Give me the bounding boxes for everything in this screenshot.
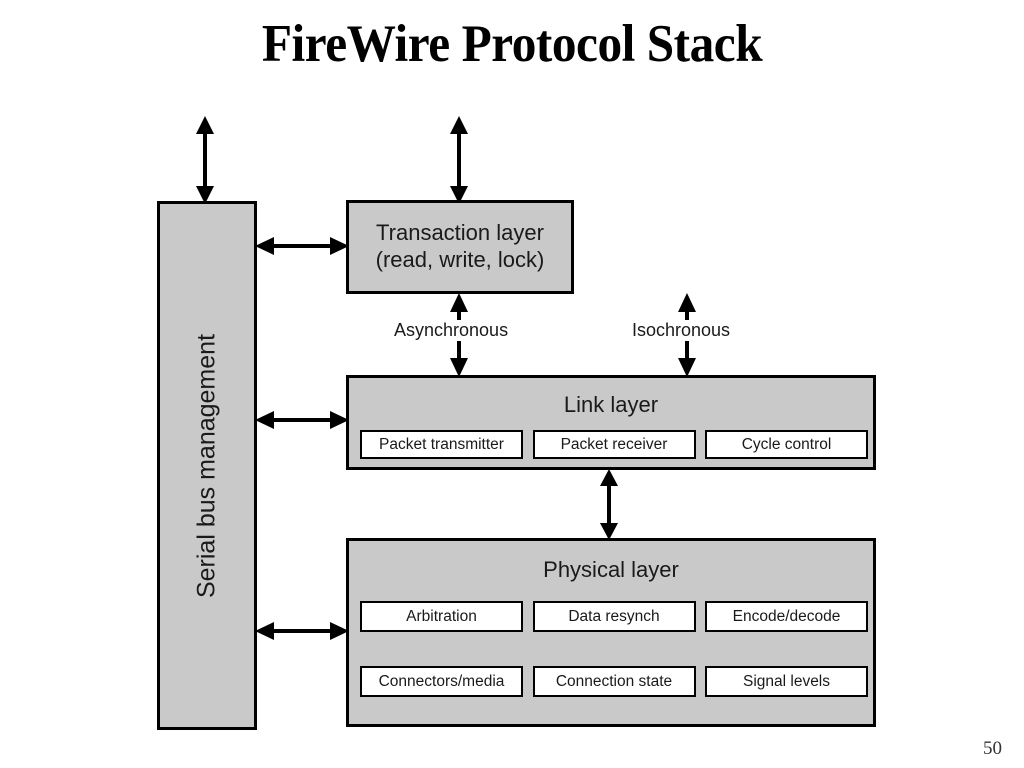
subblock-connectors-media: Connectors/media <box>360 666 523 697</box>
subblock-cycle-control: Cycle control <box>705 430 868 459</box>
serial-bus-management-label: Serial bus management <box>192 333 221 598</box>
arrow-serial-bus-to-transaction <box>255 234 349 258</box>
block-transaction-layer: Transaction layer (read, write, lock) <box>346 200 574 294</box>
page-title: FireWire Protocol Stack <box>261 15 763 73</box>
physical-layer-subblocks-row-1: Arbitration Data resynch Encode/decode <box>360 601 868 632</box>
subblock-packet-receiver: Packet receiver <box>532 430 696 459</box>
link-layer-title: Link layer <box>563 392 659 417</box>
arrow-serial-bus-to-link <box>255 408 349 432</box>
subblock-arbitration: Arbitration <box>360 601 523 632</box>
subblock-data-resynch: Data resynch <box>532 601 696 632</box>
slide-canvas: FireWire Protocol Stack Asynchronous Iso… <box>0 0 1024 768</box>
subblock-packet-transmitter: Packet transmitter <box>360 430 523 459</box>
arrow-top-transaction-layer <box>447 116 471 204</box>
physical-layer-subblocks-row-2: Connectors/media Connection state Signal… <box>360 666 868 697</box>
block-link-layer: Link layer Packet transmitter Packet rec… <box>346 375 876 470</box>
subblock-encode-decode: Encode/decode <box>705 601 868 632</box>
flow-label-isochronous: Isochronous <box>628 320 735 341</box>
subblock-signal-levels: Signal levels <box>705 666 868 697</box>
subblock-connection-state: Connection state <box>532 666 696 697</box>
transaction-layer-title: Transaction layer <box>376 220 544 246</box>
physical-layer-title: Physical layer <box>543 557 679 582</box>
arrow-top-serial-bus-management <box>193 116 217 204</box>
page-number: 50 <box>983 738 1002 759</box>
arrow-serial-bus-to-physical <box>255 619 349 643</box>
flow-label-asynchronous: Asynchronous <box>390 320 513 341</box>
transaction-layer-subtitle: (read, write, lock) <box>375 247 545 272</box>
block-serial-bus-management: Serial bus management <box>157 201 257 730</box>
block-physical-layer: Physical layer Arbitration Data resynch … <box>346 538 876 727</box>
arrow-link-to-physical <box>597 469 621 540</box>
link-layer-subblocks: Packet transmitter Packet receiver Cycle… <box>360 430 868 459</box>
